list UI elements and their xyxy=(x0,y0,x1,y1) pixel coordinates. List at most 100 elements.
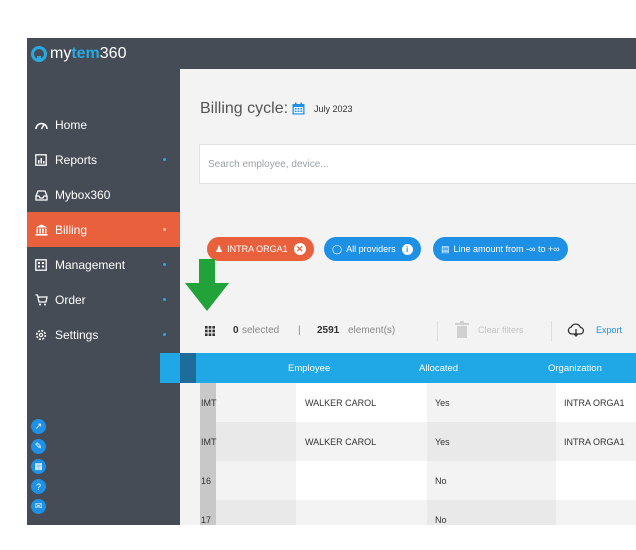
pencil-icon[interactable]: ✎ xyxy=(31,439,46,454)
sidebar-item-label: Reports xyxy=(55,152,98,167)
submenu-dot xyxy=(163,228,166,231)
top-bar: my tem 360 xyxy=(27,38,636,69)
org-icon: ♟ xyxy=(215,243,224,254)
column-header-allocated[interactable]: Allocated xyxy=(419,363,458,374)
inbox-icon xyxy=(34,188,48,202)
sidebar-item-label: Order xyxy=(55,292,86,307)
header-stub xyxy=(180,353,196,383)
cart-icon xyxy=(34,293,48,307)
cell-employee: WALKER CAROL xyxy=(305,437,377,447)
row-stub-text: IMT xyxy=(201,398,217,408)
main-content: Billing cycle: July 2023 ♟ INTRA ORGA1 ✕… xyxy=(160,69,636,525)
filter-chip-organization[interactable]: ♟ INTRA ORGA1 ✕ xyxy=(207,237,314,261)
search-box xyxy=(199,144,636,184)
cell-organization: INTRA ORGA1 xyxy=(564,398,625,408)
calendar-icon[interactable] xyxy=(292,102,305,115)
filter-chip-providers[interactable]: ◯ All providers i xyxy=(324,237,421,261)
sidebar-item-home[interactable]: Home xyxy=(27,107,180,142)
export-button[interactable]: Export xyxy=(596,325,622,335)
table-row[interactable]: 17 No xyxy=(200,500,636,525)
column-picker-icon[interactable] xyxy=(205,326,215,336)
filter-chip-line-amount[interactable]: ▤ Line amount from -∞ to +∞ xyxy=(433,237,568,261)
row-stub: 16 xyxy=(200,461,216,500)
table-header: Employee Allocated Organization xyxy=(160,353,636,383)
search-input[interactable] xyxy=(208,155,608,173)
calculator-icon[interactable]: ▦ xyxy=(31,459,46,474)
row-bg xyxy=(556,500,636,525)
cloud-download-icon[interactable] xyxy=(567,323,585,337)
row-bg xyxy=(216,461,296,500)
trash-icon xyxy=(455,321,469,338)
provider-icon: ◯ xyxy=(332,243,343,254)
row-bg xyxy=(216,422,296,461)
sidebar-item-label: Management xyxy=(55,257,126,272)
building-icon xyxy=(34,258,48,272)
report-icon xyxy=(34,153,48,167)
sidebar-item-label: Settings xyxy=(55,327,99,342)
sidebar-item-order[interactable]: Order xyxy=(27,282,180,317)
row-stub: 17 xyxy=(200,500,216,525)
column-header-organization[interactable]: Organization xyxy=(548,363,602,374)
row-stub: IMT xyxy=(200,383,217,422)
selected-label: selected xyxy=(242,325,280,336)
sidebar-item-settings[interactable]: Settings xyxy=(27,317,180,352)
sidebar-item-label: Mybox360 xyxy=(55,187,111,202)
sidebar-item-billing[interactable]: Billing xyxy=(27,212,180,247)
row-bg xyxy=(296,461,427,500)
logo-text-360: 360 xyxy=(99,45,127,62)
row-bg xyxy=(556,461,636,500)
column-header-employee[interactable]: Employee xyxy=(288,363,330,374)
table-row[interactable]: 16 No xyxy=(200,461,636,500)
submenu-dot xyxy=(163,333,166,336)
row-stub: IMT xyxy=(200,422,217,461)
chart-icon: ▤ xyxy=(441,243,450,254)
cell-employee: WALKER CAROL xyxy=(305,398,377,408)
row-bg xyxy=(216,383,296,422)
table-toolbar: 0 selected | 2591 element(s) Clear filte… xyxy=(205,321,635,341)
sidebar: Home Reports Mybox360 Billing Management… xyxy=(27,69,180,525)
app-window: my tem 360 Home Reports Mybox360 Billing… xyxy=(27,38,636,525)
sidebar-item-mybox360[interactable]: Mybox360 xyxy=(27,177,180,212)
filter-chip-label: INTRA ORGA1 xyxy=(227,244,288,254)
cell-allocated: Yes xyxy=(435,398,450,408)
filter-chip-label: All providers xyxy=(346,244,396,254)
dashboard-icon xyxy=(34,118,48,132)
element-label: element(s) xyxy=(348,325,396,336)
green-arrow-annotation xyxy=(185,259,229,311)
cell-allocated: No xyxy=(435,515,447,525)
close-icon[interactable]: ✕ xyxy=(293,243,306,255)
row-stub-text: 16 xyxy=(201,476,212,486)
mytem360-logo[interactable]: my tem 360 xyxy=(31,43,126,65)
row-bg xyxy=(296,500,427,525)
clear-filters-button[interactable]: Clear filters xyxy=(478,325,524,335)
cell-organization: INTRA ORGA1 xyxy=(564,437,625,447)
sidebar-item-label: Home xyxy=(55,117,88,132)
sidebar-item-reports[interactable]: Reports xyxy=(27,142,180,177)
table-row[interactable]: IMT WALKER CAROL Yes INTRA ORGA1 xyxy=(200,422,636,461)
info-icon[interactable]: i xyxy=(401,243,413,255)
filter-chip-label: Line amount from -∞ to +∞ xyxy=(453,244,560,254)
help-icon[interactable]: ? xyxy=(31,479,46,494)
billing-cycle-label: Billing cycle: xyxy=(200,100,289,117)
logo-icon xyxy=(31,46,47,62)
mail-icon[interactable]: ✉ xyxy=(31,499,46,514)
logo-text-my: my xyxy=(50,45,72,62)
cell-allocated: No xyxy=(435,476,447,486)
row-stub-text: 17 xyxy=(201,515,212,525)
selected-count: 0 xyxy=(233,325,239,336)
sidebar-item-label: Billing xyxy=(55,222,88,237)
cell-allocated: Yes xyxy=(435,437,450,447)
collapse-icon[interactable]: ↗ xyxy=(31,419,46,434)
table-row[interactable]: IMT WALKER CAROL Yes INTRA ORGA1 xyxy=(200,383,636,422)
gear-icon xyxy=(34,328,48,342)
logo-text-tem: tem xyxy=(71,45,100,62)
divider xyxy=(437,321,438,341)
sidebar-item-management[interactable]: Management xyxy=(27,247,180,282)
row-stub-text: IMT xyxy=(201,437,217,447)
submenu-dot xyxy=(163,298,166,301)
bank-icon xyxy=(34,223,48,237)
element-count: 2591 xyxy=(317,325,340,336)
submenu-dot xyxy=(163,263,166,266)
billing-cycle-value[interactable]: July 2023 xyxy=(314,104,353,114)
divider xyxy=(551,321,552,341)
